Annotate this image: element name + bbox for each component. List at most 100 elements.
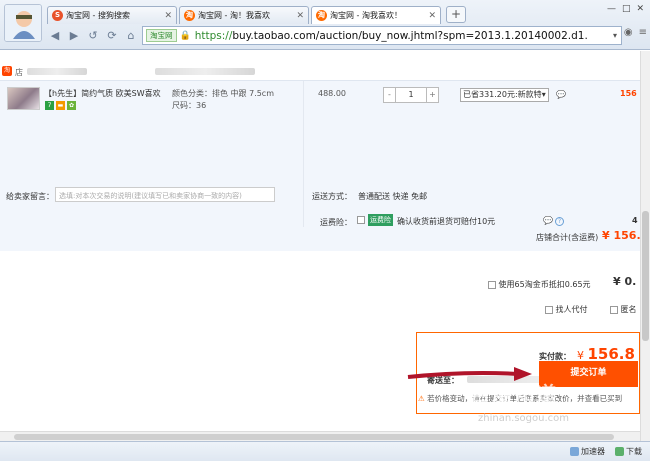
discount-select[interactable]: 已省331.20元:新款特 ▾: [460, 88, 549, 102]
quantity-stepper: - 1 +: [383, 87, 439, 103]
download-label: 下载: [626, 447, 642, 456]
shop-total-label: 店铺合计(含运费): [536, 233, 599, 242]
location-icon: ⚠: [418, 394, 425, 403]
toolbar-right: ◉ ≡: [624, 27, 647, 38]
insurance-badge: 运费险: [368, 214, 393, 226]
insurance-checkbox[interactable]: [357, 216, 365, 224]
coins-label: 使用65淘金币抵扣0.65元: [498, 280, 591, 289]
maximize-button[interactable]: □: [622, 4, 631, 14]
item-service-icons: 7 ▬ ✿: [45, 101, 76, 110]
item-properties: 颜色分类：排色 中跟 7.5cm 尺码：36: [172, 88, 274, 112]
qty-input[interactable]: 1: [396, 87, 426, 103]
tab-label: 淘宝网 - 淘！我喜欢: [198, 11, 270, 20]
download-icon: [615, 447, 624, 456]
tab-strip: S 淘宝网 - 搜狗搜索 ✕ 淘 淘宝网 - 淘！我喜欢 ✕ 淘 淘宝网 - 淘…: [47, 6, 466, 24]
chevron-down-icon: ▾: [541, 90, 546, 99]
credit-card-icon: ▬: [56, 101, 65, 110]
accelerator-item[interactable]: 加速器: [570, 446, 605, 457]
chat-icon[interactable]: 💬: [543, 216, 553, 225]
refresh-icon[interactable]: ⟳: [104, 28, 120, 44]
shipping-label: 运送方式：: [312, 192, 352, 201]
forward-icon[interactable]: ▶: [66, 28, 82, 44]
shop-total-row: 店铺合计(含运费) ¥ 156.: [0, 227, 640, 251]
anonymous-option[interactable]: 匿名: [610, 304, 637, 315]
vertical-divider: [303, 81, 304, 251]
insurance-help[interactable]: 💬?: [543, 216, 564, 226]
proxy-label: 找人代付: [555, 305, 588, 314]
close-icon[interactable]: ✕: [296, 11, 304, 21]
tab-3-active[interactable]: 淘 淘宝网 - 淘我喜欢！ ✕: [311, 6, 441, 24]
url-text[interactable]: https://buy.taobao.com/auction/buy_now.j…: [195, 30, 609, 42]
tab-2[interactable]: 淘 淘宝网 - 淘！我喜欢 ✕: [179, 6, 309, 24]
coins-amount: ¥ 0.: [613, 275, 637, 288]
vertical-scrollbar[interactable]: [640, 51, 650, 441]
accelerator-icon: [570, 447, 579, 456]
item-subtotal: 156: [620, 89, 637, 98]
site-badge: 淘宝网: [146, 29, 177, 42]
seven-day-return-icon: 7: [45, 101, 54, 110]
insurance-fee: 4: [632, 216, 638, 225]
taobao-icon: 淘: [184, 10, 195, 21]
menu-icon[interactable]: ≡: [639, 27, 647, 38]
tab-label: 淘宝网 - 搜狗搜索: [66, 11, 130, 20]
shop-total-amount: ¥ 156.: [602, 229, 640, 242]
url-path: buy.taobao.com/auction/buy_now.jhtml?spm…: [232, 29, 588, 42]
user-avatar[interactable]: [4, 4, 42, 42]
watermark: 百度知道: [470, 382, 558, 406]
accelerator-label: 加速器: [581, 447, 605, 456]
sogou-icon: S: [52, 10, 63, 21]
close-window-button[interactable]: ✕: [636, 4, 644, 14]
seller-message-input[interactable]: 选填:对本次交易的说明(建议填写已和卖家协商一致的内容): [55, 187, 275, 202]
item-title-link[interactable]: 【h先生】简约气质 欧美SW喜欢: [44, 89, 161, 98]
qty-minus-button[interactable]: -: [383, 87, 396, 103]
status-bar: 加速器 下载: [0, 441, 650, 461]
proxy-checkbox[interactable]: [545, 305, 553, 314]
undo-icon[interactable]: ↺: [85, 28, 101, 44]
anon-label: 匿名: [620, 305, 637, 314]
coins-option[interactable]: 使用65淘金币抵扣0.65元: [488, 279, 591, 290]
shield-icon[interactable]: ◉: [624, 27, 633, 38]
qty-plus-button[interactable]: +: [426, 87, 439, 103]
new-tab-button[interactable]: +: [446, 6, 466, 23]
anon-checkbox[interactable]: [610, 305, 618, 314]
nav-bar: ◀ ▶ ↺ ⟳ ⌂ 淘宝网 🔒 https://buy.taobao.com/a…: [47, 26, 647, 46]
item-color: 颜色分类：排色 中跟 7.5cm: [172, 89, 274, 98]
home-icon[interactable]: ⌂: [123, 28, 139, 44]
download-item[interactable]: 下载: [615, 446, 642, 457]
discount-value: 已省331.20元:新款特: [463, 90, 542, 99]
tab-label: 淘宝网 - 淘我喜欢！: [330, 11, 402, 20]
guarantee-icon: ✿: [67, 101, 76, 110]
blurred-shop-name: [27, 68, 87, 75]
watermark-url: zhinan.sogou.com: [478, 413, 570, 424]
shop-badge: 淘: [2, 66, 12, 76]
unit-price: 488.00: [318, 89, 346, 98]
close-icon[interactable]: ✕: [428, 11, 436, 21]
help-icon[interactable]: ?: [554, 217, 564, 226]
shop-row: 淘 店: [0, 64, 640, 80]
blurred-seller: [155, 68, 255, 75]
shipping-method: 普通配送 快递 免邮: [358, 192, 428, 201]
coins-checkbox[interactable]: [488, 280, 496, 289]
minimize-button[interactable]: —: [607, 4, 616, 14]
horizontal-scrollbar[interactable]: [0, 431, 640, 441]
item-title[interactable]: 【h先生】简约气质 欧美SW喜欢: [44, 88, 161, 99]
url-protocol: https://: [194, 29, 233, 42]
back-icon[interactable]: ◀: [47, 28, 63, 44]
order-item-box: 【h先生】简约气质 欧美SW喜欢 7 ▬ ✿ 颜色分类：排色 中跟 7.5cm …: [0, 80, 640, 251]
chat-icon[interactable]: 💬: [556, 90, 566, 99]
item-size: 尺码：36: [172, 101, 207, 110]
avatar-icon: [5, 5, 41, 41]
address-bar[interactable]: 淘宝网 🔒 https://buy.taobao.com/auction/buy…: [142, 26, 622, 45]
product-thumbnail[interactable]: [7, 87, 40, 110]
url-dropdown-icon[interactable]: ▾: [609, 31, 621, 40]
close-icon[interactable]: ✕: [164, 11, 172, 21]
hscroll-thumb[interactable]: [14, 434, 614, 440]
window-controls: — □ ✕: [607, 4, 644, 14]
message-label: 给卖家留言：: [6, 192, 54, 201]
lock-icon: 🔒: [179, 30, 191, 41]
proxy-pay-option[interactable]: 找人代付: [545, 304, 588, 315]
tab-1[interactable]: S 淘宝网 - 搜狗搜索 ✕: [47, 6, 177, 24]
insurance-text: 确认收货前退货可赔付10元: [397, 217, 496, 226]
scroll-thumb[interactable]: [642, 211, 649, 341]
shop-name-prefix: 店: [15, 68, 23, 77]
